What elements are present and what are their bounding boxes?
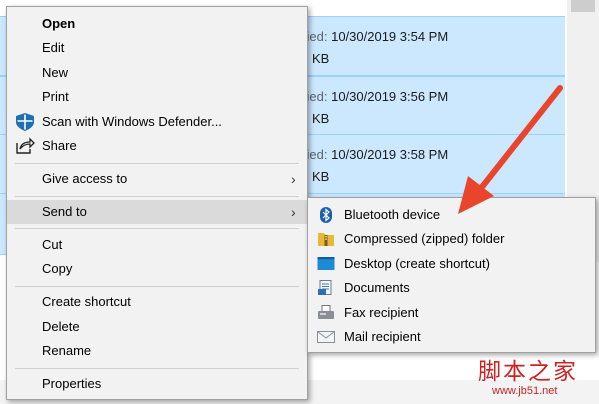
send-to-desktop[interactable]: Desktop (create shortcut) [308, 252, 595, 276]
mail-icon [317, 329, 335, 345]
modified-value: 10/30/2019 3:56 PM [331, 89, 449, 104]
menu-item-share[interactable]: Share [7, 134, 307, 158]
menu-item-scan[interactable]: Scan with Windows Defender... [7, 110, 307, 134]
documents-icon [317, 280, 335, 296]
chevron-right-icon: › [291, 204, 296, 220]
watermark-logo: 脚本之家 www.jb51.net [478, 352, 596, 400]
menu-item-rename[interactable]: Rename [7, 339, 307, 363]
submenu-item-label: Bluetooth device [344, 207, 441, 222]
menu-item-open[interactable]: Open [7, 12, 307, 36]
submenu-item-label: Mail recipient [344, 329, 421, 344]
file-size: KB [312, 111, 330, 126]
zip-folder-icon [317, 231, 335, 247]
menu-separator [15, 286, 299, 287]
menu-item-cut[interactable]: Cut [7, 233, 307, 257]
file-size: KB [312, 169, 330, 184]
send-to-bluetooth[interactable]: Bluetooth device [308, 203, 595, 227]
menu-separator [15, 228, 299, 229]
desktop-icon [317, 256, 335, 272]
menu-item-label: Print [42, 89, 69, 104]
menu-separator [15, 196, 299, 197]
menu-item-label: Scan with Windows Defender... [42, 114, 222, 129]
submenu-item-label: Desktop (create shortcut) [344, 256, 490, 271]
shield-icon [15, 113, 35, 131]
menu-item-label: New [42, 65, 69, 80]
chevron-right-icon: › [291, 171, 296, 187]
menu-item-new[interactable]: New [7, 61, 307, 85]
watermark-main-text: 脚本之家 [478, 359, 578, 385]
send-to-mail[interactable]: Mail recipient [308, 325, 595, 349]
menu-item-properties[interactable]: Properties [7, 372, 307, 396]
menu-item-copy[interactable]: Copy [7, 257, 307, 281]
menu-item-send-to[interactable]: Send to › [7, 200, 307, 224]
send-to-documents[interactable]: Documents [308, 276, 595, 300]
menu-item-label: Open [42, 16, 76, 31]
menu-item-create-shortcut[interactable]: Create shortcut [7, 290, 307, 314]
menu-item-label: Copy [42, 261, 73, 276]
menu-item-label: Properties [42, 376, 102, 391]
modified-value: 10/30/2019 3:54 PM [331, 29, 449, 44]
context-menu: Open Edit New Print Scan with Windows De… [6, 6, 308, 400]
menu-item-label: Send to [42, 204, 87, 219]
menu-item-edit[interactable]: Edit [7, 36, 307, 60]
file-size: KB [312, 51, 330, 66]
menu-item-delete[interactable]: Delete [7, 315, 307, 339]
submenu-item-label: Fax recipient [344, 305, 419, 320]
send-to-fax[interactable]: Fax recipient [308, 301, 595, 325]
menu-item-label: Edit [42, 40, 65, 55]
share-icon [15, 137, 35, 155]
modified-value: 10/30/2019 3:58 PM [331, 147, 449, 162]
menu-item-label: Give access to [42, 171, 128, 186]
submenu-item-label: Documents [344, 280, 410, 295]
modified-date: ified: 10/30/2019 3:56 PM [300, 89, 448, 104]
menu-item-give-access[interactable]: Give access to › [7, 167, 307, 191]
bluetooth-icon [317, 207, 335, 223]
submenu-item-label: Compressed (zipped) folder [344, 231, 505, 246]
menu-item-print[interactable]: Print [7, 85, 307, 109]
menu-item-label: Create shortcut [42, 294, 131, 309]
menu-item-label: Cut [42, 237, 63, 252]
fax-icon [317, 305, 335, 321]
modified-date: ified: 10/30/2019 3:54 PM [300, 29, 448, 44]
send-to-submenu: Bluetooth device Compressed (zipped) fol… [307, 197, 596, 353]
menu-item-label: Rename [42, 343, 92, 358]
menu-separator [15, 163, 299, 164]
scrollbar-thumb[interactable] [571, 0, 595, 12]
watermark-url: www.jb51.net [492, 385, 558, 397]
menu-item-label: Delete [42, 319, 80, 334]
modified-date: ified: 10/30/2019 3:58 PM [300, 147, 448, 162]
send-to-compressed-folder[interactable]: Compressed (zipped) folder [308, 227, 595, 251]
menu-separator [15, 368, 299, 369]
menu-item-label: Share [42, 138, 77, 153]
